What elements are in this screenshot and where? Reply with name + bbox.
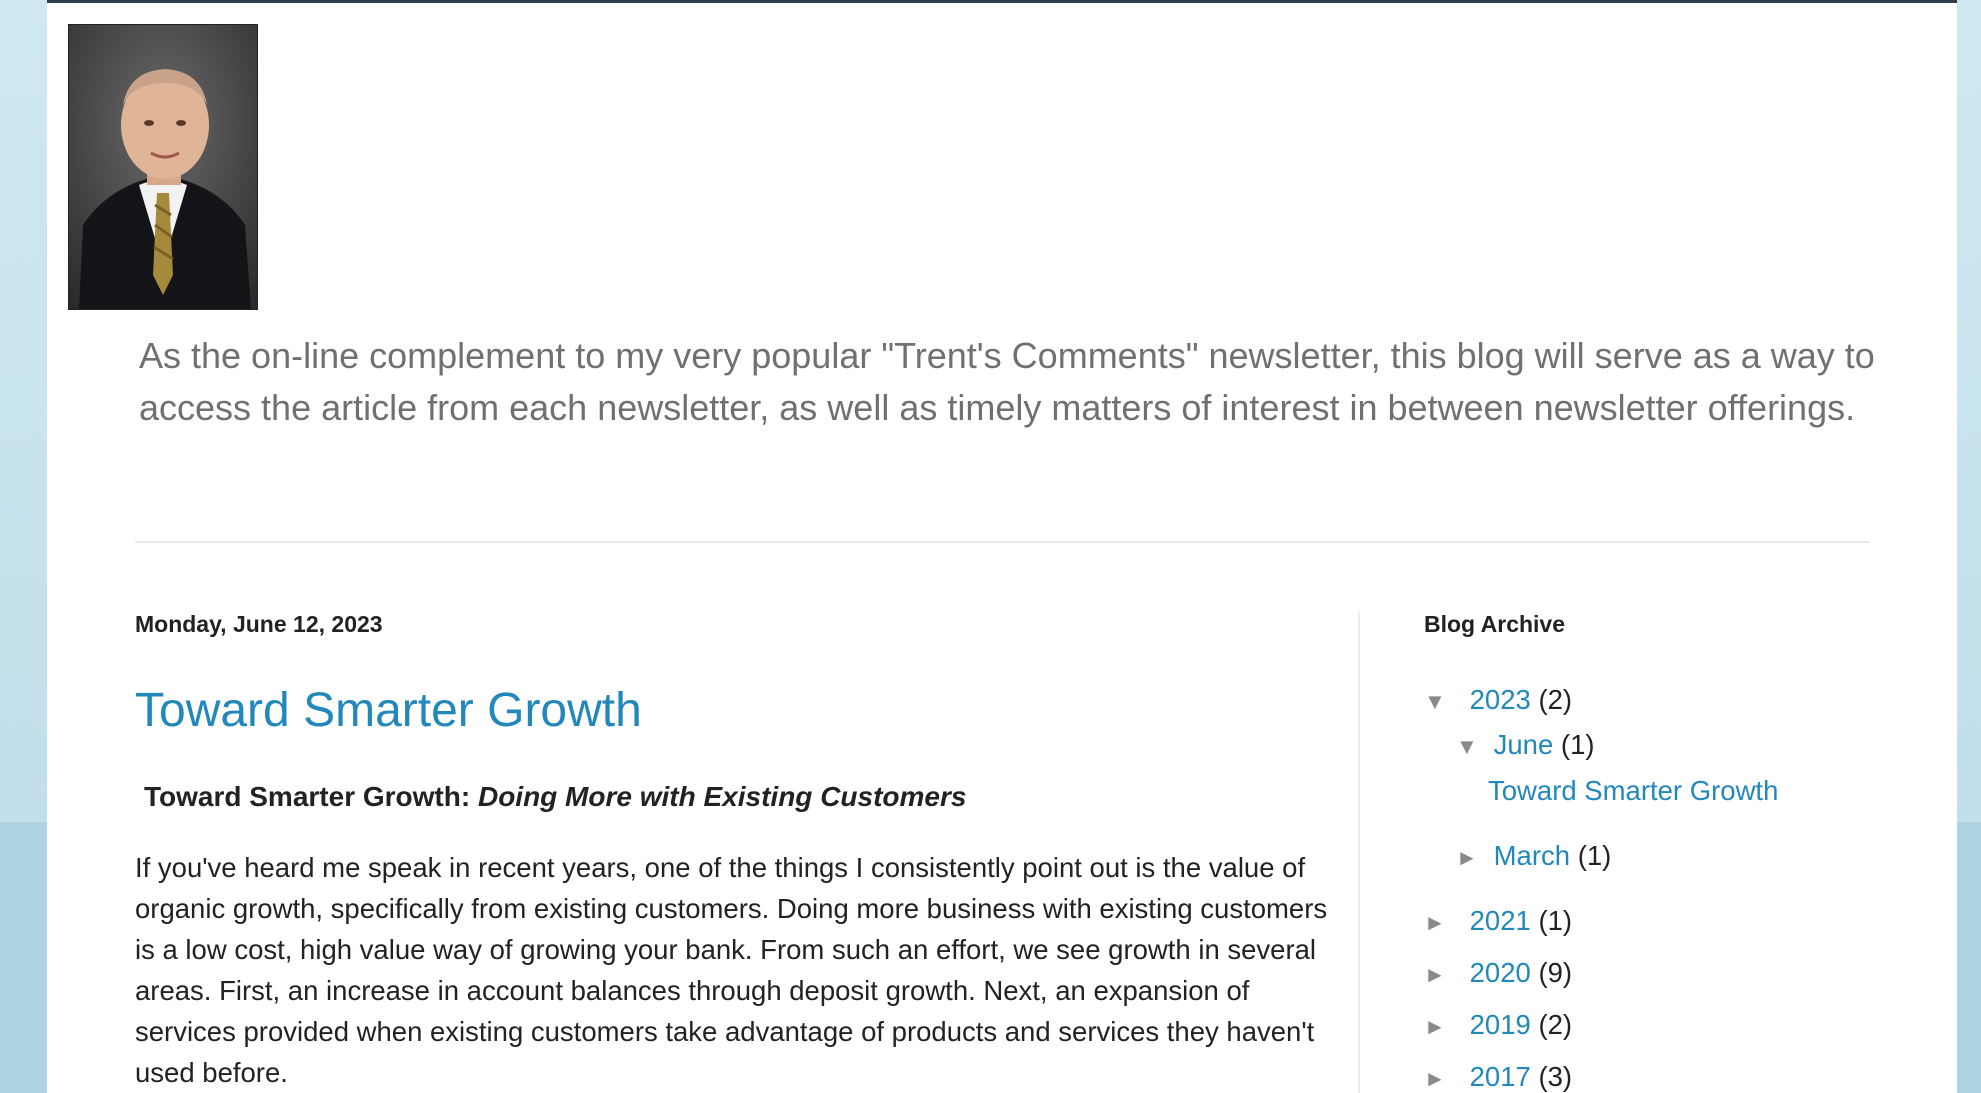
archive-year-2021: ► 2021 (1) [1424,904,1572,940]
expand-arrow-icon[interactable]: ► [1424,1062,1448,1093]
post-title-link[interactable]: Toward Smarter Growth [135,683,1335,739]
archive-link-2021[interactable]: 2021 [1470,905,1531,936]
collapse-arrow-icon[interactable]: ▼ [1456,730,1480,764]
archive-link-2023[interactable]: 2023 [1470,684,1531,715]
archive-year-2020: ► 2020 (9) [1424,956,1572,992]
archive-post-link[interactable]: Toward Smarter Growth [1488,775,1778,806]
archive-count: (9) [1538,957,1573,988]
archive-count: (1) [1560,729,1595,760]
expand-arrow-icon[interactable]: ► [1456,841,1480,875]
main-column: Monday, June 12, 2023 Toward Smarter Gro… [135,609,1335,1093]
archive-count: (1) [1577,840,1612,871]
archive-count: (1) [1538,905,1573,936]
archive-year-2017: ► 2017 (3) [1424,1060,1572,1093]
archive-link-2019[interactable]: 2019 [1470,1009,1531,1040]
post-date: Monday, June 12, 2023 [135,611,383,637]
archive-link-2020[interactable]: 2020 [1470,957,1531,988]
post-subtitle: Toward Smarter Growth: Doing More with E… [144,779,1335,815]
archive-link-june[interactable]: June [1494,729,1554,760]
header-divider [135,541,1870,543]
blog-page: As the on-line complement to my very pop… [47,0,1957,1093]
collapse-arrow-icon[interactable]: ▼ [1424,685,1448,719]
archive-count: (2) [1538,684,1573,715]
sidebar-divider [1358,611,1360,1093]
archive-year-2019: ► 2019 (2) [1424,1008,1572,1044]
archive-month-june: ▼ June (1) [1456,728,1595,764]
archive-month-march: ► March (1) [1456,839,1611,875]
blog-archive-title: Blog Archive [1424,611,1566,637]
archive-year-2023: ▼ 2023 (2) [1424,683,1572,719]
post-subtitle-italic: Doing More with Existing Customers [477,781,967,812]
author-portrait-image [69,25,257,309]
sidebar: Blog Archive ▼ 2023 (2) ▼ June (1) Towar… [1424,609,1904,1092]
archive-post-item: Toward Smarter Growth [1488,774,1778,808]
post-body-paragraph: If you've heard me speak in recent years… [135,852,1328,1088]
archive-link-march[interactable]: March [1494,840,1570,871]
expand-arrow-icon[interactable]: ► [1424,1010,1448,1044]
archive-link-2017[interactable]: 2017 [1470,1061,1531,1092]
archive-count: (2) [1538,1009,1573,1040]
author-photo[interactable] [68,24,258,310]
post-subtitle-plain: Toward Smarter Growth: [144,781,478,812]
expand-arrow-icon[interactable]: ► [1424,906,1448,940]
archive-count: (3) [1538,1061,1573,1092]
expand-arrow-icon[interactable]: ► [1424,958,1448,992]
blog-description: As the on-line complement to my very pop… [139,335,1875,428]
